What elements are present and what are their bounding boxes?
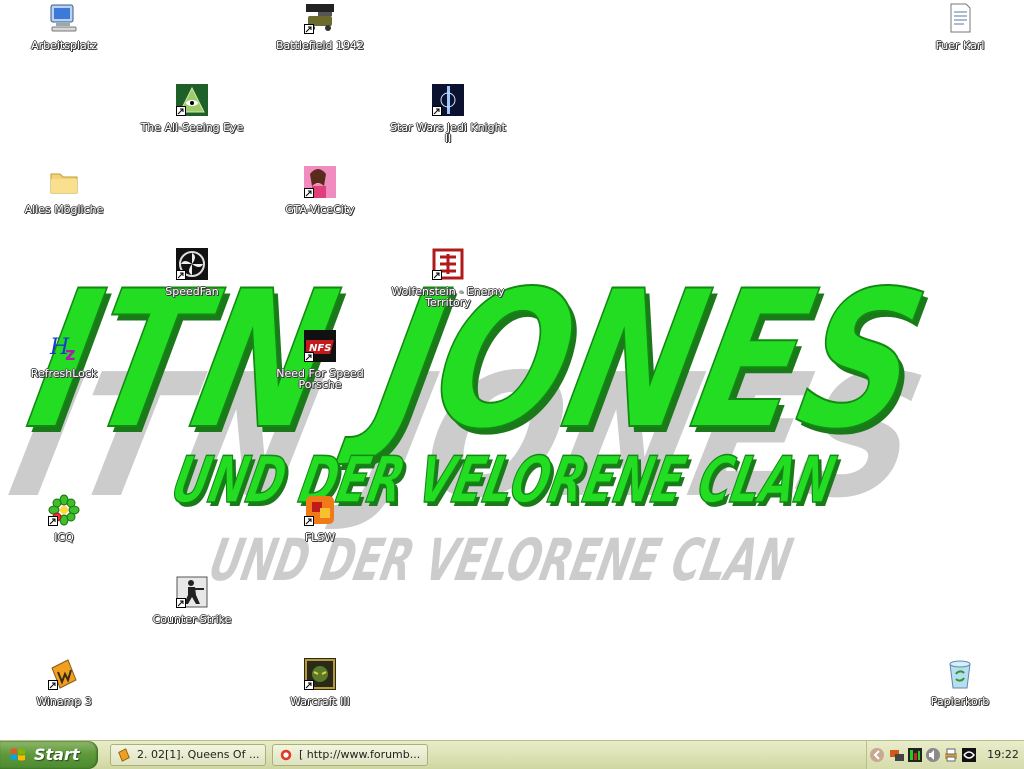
desktop-icon-label: Papierkorb xyxy=(930,695,990,708)
gta-vicecity-icon xyxy=(304,166,336,198)
shortcut-arrow-icon xyxy=(304,680,314,690)
taskbar-button-label: 2. 02[1]. Queens Of ... xyxy=(137,748,260,761)
desktop-icon-counter-strike[interactable]: Counter-Strike xyxy=(134,576,250,625)
desktop-icon-label: Need For Speed Porsche xyxy=(276,367,364,391)
taskbar-button-browser[interactable]: [ http://www.forumb... xyxy=(272,744,428,766)
desktop-icon-alles-moegliche[interactable]: Alles Mögliche xyxy=(6,166,122,215)
need-for-speed-icon: NFS xyxy=(304,330,336,362)
flsw-icon xyxy=(304,494,336,526)
desktop-icon-label: Arbeitsplatz xyxy=(31,39,97,52)
desktop-icon-label: Star Wars Jedi Knight II xyxy=(390,121,506,145)
volume-icon[interactable] xyxy=(925,747,941,763)
desktop-icon-label: Warcraft III xyxy=(290,695,350,708)
icq-flower-icon xyxy=(48,494,80,526)
recycle-bin-icon xyxy=(944,658,976,690)
shortcut-arrow-icon xyxy=(304,352,314,362)
desktop-icon-speedfan[interactable]: SpeedFan xyxy=(134,248,250,297)
jedi-knight-icon xyxy=(432,84,464,116)
counter-strike-icon xyxy=(176,576,208,608)
browser-icon xyxy=(280,749,292,761)
shortcut-arrow-icon xyxy=(48,680,58,690)
desktop-icon-warcraft[interactable]: Warcraft III xyxy=(262,658,378,707)
desktop-icon-label: Wolfenstein - Enemy Territory xyxy=(391,285,505,309)
desktop-icon-label: Counter-Strike xyxy=(152,613,232,626)
battlefield-icon xyxy=(304,2,336,34)
shortcut-arrow-icon xyxy=(48,516,58,526)
desktop-icon-papierkorb[interactable]: Papierkorb xyxy=(902,658,1018,707)
speedfan-icon xyxy=(176,248,208,280)
winamp-icon xyxy=(118,748,130,762)
windows-logo-icon xyxy=(11,748,25,761)
shortcut-arrow-icon xyxy=(304,188,314,198)
network-icon[interactable] xyxy=(889,747,905,763)
svg-text:z: z xyxy=(65,344,75,362)
speedfan-tray-icon[interactable] xyxy=(907,747,923,763)
desktop-icon-label: Winamp 3 xyxy=(36,695,92,708)
desktop-icon-need-for-speed[interactable]: NFS Need For Speed Porsche xyxy=(262,330,378,390)
desktop-icon-refreshlock[interactable]: Hz RefreshLock xyxy=(6,330,122,379)
clock[interactable]: 19:22 xyxy=(983,741,1023,769)
nvidia-icon[interactable] xyxy=(961,747,977,763)
desktop-icon-all-seeing-eye[interactable]: The All-Seeing Eye xyxy=(134,84,250,133)
desktop-icon-label: SpeedFan xyxy=(165,285,219,298)
desktop-icon-winamp[interactable]: Winamp 3 xyxy=(6,658,122,707)
taskbar: Start 2. 02[1]. Queens Of ... [ http://w… xyxy=(0,740,1024,769)
shortcut-arrow-icon xyxy=(176,270,186,280)
desktop-icon-label: Battlefield 1942 xyxy=(276,39,364,52)
desktop-icon-label: RefreshLock xyxy=(30,367,98,380)
shortcut-arrow-icon xyxy=(304,516,314,526)
desktop-icon-label: GTA-ViceCity xyxy=(285,203,355,216)
desktop-icon-label: FLSW xyxy=(304,531,336,544)
wolfenstein-icon xyxy=(432,248,464,280)
desktop-icon-jedi-knight[interactable]: Star Wars Jedi Knight II xyxy=(390,84,506,144)
printer-icon[interactable] xyxy=(943,747,959,763)
desktop-icon-battlefield[interactable]: Battlefield 1942 xyxy=(262,2,378,51)
shortcut-arrow-icon xyxy=(432,270,442,280)
desktop-icon-fuer-karl[interactable]: Fuer Karl xyxy=(902,2,1018,51)
shortcut-arrow-icon xyxy=(304,24,314,34)
desktop-icon-arbeitsplatz[interactable]: Arbeitsplatz xyxy=(6,2,122,51)
shortcut-arrow-icon xyxy=(432,106,442,116)
taskbar-button-label: [ http://www.forumb... xyxy=(299,748,421,761)
desktop-icon-icq[interactable]: ICQ xyxy=(6,494,122,543)
start-button[interactable]: Start xyxy=(0,741,98,769)
desktop-icon-label: Fuer Karl xyxy=(935,39,985,52)
winamp-icon xyxy=(48,658,80,690)
text-document-icon xyxy=(944,2,976,34)
desktop-icon-label: Alles Mögliche xyxy=(24,203,104,216)
shortcut-arrow-icon xyxy=(176,598,186,608)
start-label: Start xyxy=(34,745,80,764)
desktop-icon-label: ICQ xyxy=(54,531,74,544)
desktop-icon-gta[interactable]: GTA-ViceCity xyxy=(262,166,378,215)
warcraft-icon xyxy=(304,658,336,690)
folder-icon xyxy=(48,166,80,198)
all-seeing-eye-icon xyxy=(176,84,208,116)
shortcut-arrow-icon xyxy=(176,106,186,116)
show-hidden-arrow-icon[interactable] xyxy=(869,747,885,763)
taskbar-button-winamp[interactable]: 2. 02[1]. Queens Of ... xyxy=(110,744,266,766)
my-computer-icon xyxy=(48,2,80,34)
refreshlock-icon: Hz xyxy=(48,330,80,362)
system-tray: 19:22 xyxy=(866,741,1024,769)
desktop-icon-label: The All-Seeing Eye xyxy=(140,121,244,134)
desktop-icon-flsw[interactable]: FLSW xyxy=(262,494,378,543)
desktop-icon-wolfenstein[interactable]: Wolfenstein - Enemy Territory xyxy=(390,248,506,308)
